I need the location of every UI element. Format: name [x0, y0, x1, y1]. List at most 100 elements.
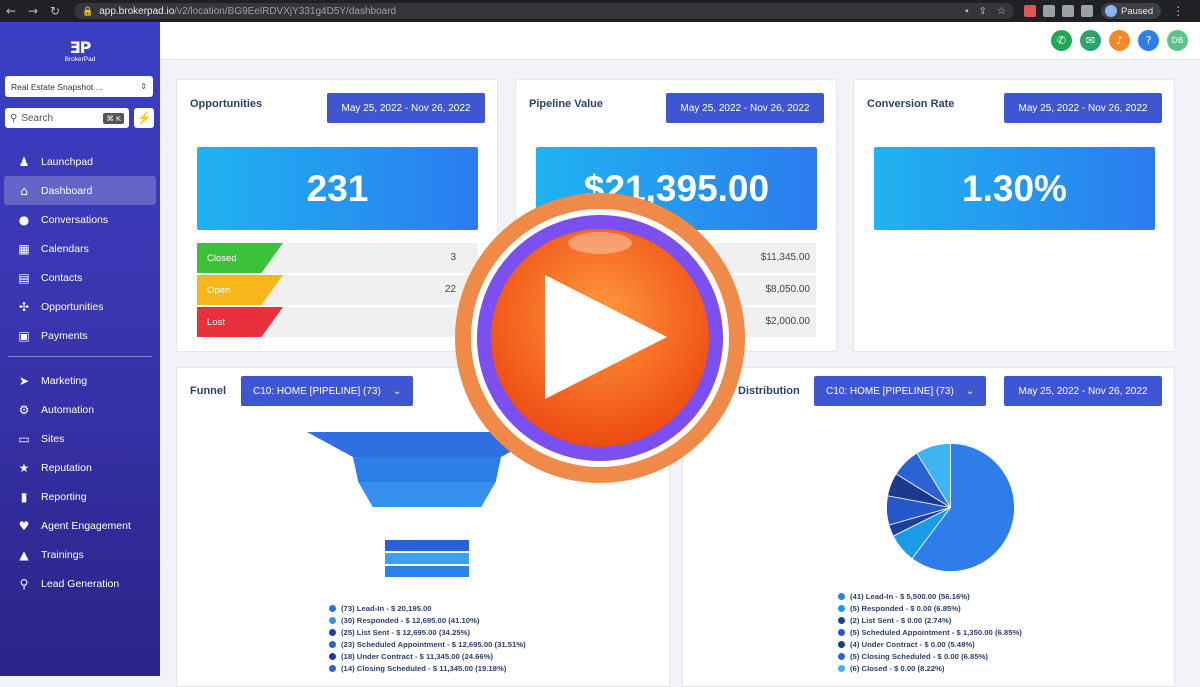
date-range-button[interactable]: May 25, 2022 - Nov 26, 2022 — [666, 93, 824, 123]
legend-dot — [838, 604, 845, 612]
notification-icon[interactable]: ♪ — [1109, 30, 1130, 51]
legend-dot — [329, 640, 336, 648]
pipeline-select-value: C10: HOME [PIPELINE] (73) — [253, 385, 381, 397]
legend-dot — [329, 652, 336, 660]
sidebar-item-launchpad[interactable]: ♟ Launchpad — [0, 147, 160, 176]
share-icon[interactable]: ⇪ — [979, 6, 987, 17]
logo[interactable]: ƎP BrokerPad — [55, 38, 105, 63]
sidebar-item-label: Trainings — [41, 548, 84, 561]
legend-label: (4) Under Contract - $ 0.00 (5.48%) — [850, 639, 975, 649]
cast-icon[interactable]: ▪ — [965, 6, 969, 17]
card-title: Conversion Rate — [867, 98, 955, 110]
opportunities-card: Opportunities May 25, 2022 - Nov 26, 202… — [176, 79, 498, 352]
legend-item: (23) Scheduled Appointment - $ 12,695.00… — [329, 638, 526, 650]
sidebar-item-trainings[interactable]: ▲ Trainings — [0, 540, 160, 569]
sidebar-item-conversations[interactable]: ● Conversations — [0, 205, 160, 234]
pipeline-select[interactable]: C10: HOME [PIPELINE] (73) ⌄ — [814, 376, 987, 406]
legend-label: (23) Scheduled Appointment - $ 12,695.00… — [341, 639, 526, 649]
legend-item: (41) Lead-In - $ 5,500.00 (56.16%) — [838, 590, 1022, 602]
address-bar[interactable]: 🔒 app.brokerpad.io/v2/location/BG9EelRDV… — [74, 3, 1014, 19]
sidebar-item-label: Automation — [41, 403, 95, 416]
legend-label: (5) Scheduled Appointment - $ 1,350.00 (… — [850, 627, 1022, 637]
extension-icon[interactable] — [1043, 5, 1055, 17]
chevron-down-icon: ⌄ — [965, 385, 975, 397]
forward-icon[interactable]: → — [22, 4, 44, 18]
opportunities-count: 231 — [197, 147, 478, 230]
quick-action-bolt-icon[interactable]: ⚡ — [134, 108, 154, 128]
funnel-stage — [358, 482, 496, 507]
legend-dot — [838, 640, 845, 648]
browser-toolbar: ← → ↻ 🔒 app.brokerpad.io/v2/location/BG9… — [0, 0, 1200, 22]
url-path: /v2/location/BG9EelRDVXjY331g4D5Y/dashbo… — [174, 5, 397, 17]
account-switcher[interactable]: Real Estate Snapshot ... ⇕ — [5, 76, 153, 97]
sidebar-item-label: Dashboard — [41, 184, 93, 197]
reload-icon[interactable]: ↻ — [44, 4, 66, 18]
profile-button[interactable]: Paused — [1101, 3, 1162, 19]
sidebar-item-dashboard[interactable]: ⌂ Dashboard — [4, 176, 156, 205]
status-tag: Open — [197, 275, 283, 305]
legend-label: (2) List Sent - $ 0.00 (2.74%) — [850, 615, 952, 625]
date-range-button[interactable]: May 25, 2022 - Nov 26, 2022 — [1004, 93, 1162, 123]
legend-label: (5) Closing Scheduled - $ 0.00 (6.85%) — [850, 651, 988, 661]
sidebar-item-label: Calendars — [41, 242, 89, 255]
legend-dot — [838, 616, 845, 624]
logo-text: BrokerPad — [64, 56, 96, 63]
status-tag: Closed — [197, 243, 283, 273]
sidebar-item-automation[interactable]: ⚙ Automation — [0, 395, 160, 424]
contacts-icon: ▤ — [18, 270, 30, 285]
sidebar-item-reputation[interactable]: ★ Reputation — [0, 453, 160, 482]
legend-dot — [329, 616, 336, 624]
sidebar-item-sites[interactable]: ▭ Sites — [0, 424, 160, 453]
play-highlight — [568, 232, 632, 254]
phone-icon[interactable]: ✆ — [1051, 30, 1072, 51]
sidebar-item-label: Reputation — [41, 461, 92, 474]
sidebar-item-reporting[interactable]: ▮ Reporting — [0, 482, 160, 511]
funnel-legend: (73) Lead-In - $ 20,195.00 (30) Responded… — [329, 602, 526, 674]
legend-dot — [838, 652, 845, 660]
sidebar-item-label: Contacts — [41, 271, 83, 284]
sidebar-item-payments[interactable]: ▣ Payments — [0, 321, 160, 350]
legend-label: (18) Under Contract - $ 11,345.00 (24.66… — [341, 651, 494, 661]
legend-item: (30) Responded - $ 12,695.00 (41.10%) — [329, 614, 526, 626]
search-input[interactable]: ⚲ Search ⌘ K — [5, 108, 129, 128]
back-icon[interactable]: ← — [0, 4, 22, 18]
sidepanel-icon[interactable] — [1081, 5, 1093, 17]
stat-row-open: Open 22 — [197, 275, 478, 305]
sidebar-item-label: Payments — [41, 329, 88, 342]
sidebar-item-opportunities[interactable]: ✣ Opportunities — [0, 292, 160, 321]
legend-item: (5) Responded - $ 0.00 (6.85%) — [838, 602, 1022, 614]
legend-item: (5) Closing Scheduled - $ 0.00 (6.85%) — [838, 650, 1022, 662]
legend-item: (14) Closing Scheduled - $ 11,345.00 (19… — [329, 662, 526, 674]
pipeline-select-value: C10: HOME [PIPELINE] (73) — [826, 385, 954, 397]
distribution-card: Distribution C10: HOME [PIPELINE] (73) ⌄… — [682, 367, 1175, 687]
avatar[interactable]: DB — [1167, 30, 1188, 51]
sidebar-item-calendars[interactable]: ▦ Calendars — [0, 234, 160, 263]
menu-kebab-icon[interactable]: ⋮ — [1167, 4, 1189, 18]
announcement-icon[interactable]: ✉ — [1080, 30, 1101, 51]
sites-icon: ▭ — [18, 431, 30, 446]
search-icon: ⚲ — [19, 576, 29, 591]
legend-item: (2) List Sent - $ 0.00 (2.74%) — [838, 614, 1022, 626]
pipeline-select[interactable]: C10: HOME [PIPELINE] (73) ⌄ — [241, 376, 414, 406]
sidebar-item-lead-generation[interactable]: ⚲ Lead Generation — [0, 569, 160, 598]
sidebar-item-label: Opportunities — [41, 300, 104, 313]
extension-icon[interactable] — [1062, 5, 1074, 17]
reporting-icon: ▮ — [20, 489, 28, 504]
legend-dot — [329, 664, 336, 672]
account-name: Real Estate Snapshot ... — [11, 81, 103, 92]
date-range-button[interactable]: May 25, 2022 - Nov 26, 2022 — [327, 93, 485, 123]
extension-icon[interactable] — [1024, 5, 1036, 17]
lock-icon: 🔒 — [82, 5, 94, 16]
date-range-button[interactable]: May 25, 2022 - Nov 26, 2022 — [1004, 376, 1162, 406]
sidebar-item-agent-engagement[interactable]: ♥ Agent Engagement — [0, 511, 160, 540]
status-tag: Lost — [197, 307, 283, 337]
help-icon[interactable]: ? — [1138, 30, 1159, 51]
rocket-icon: ♟ — [18, 154, 30, 169]
search-icon: ⚲ — [10, 112, 18, 124]
star-icon[interactable]: ☆ — [997, 6, 1006, 17]
play-button[interactable] — [455, 193, 745, 483]
sidebar-item-contacts[interactable]: ▤ Contacts — [0, 263, 160, 292]
pipeline-row-value: $8,050.00 — [765, 284, 811, 295]
card-title: Distribution — [738, 385, 800, 397]
sidebar-item-marketing[interactable]: ➤ Marketing — [0, 366, 160, 395]
